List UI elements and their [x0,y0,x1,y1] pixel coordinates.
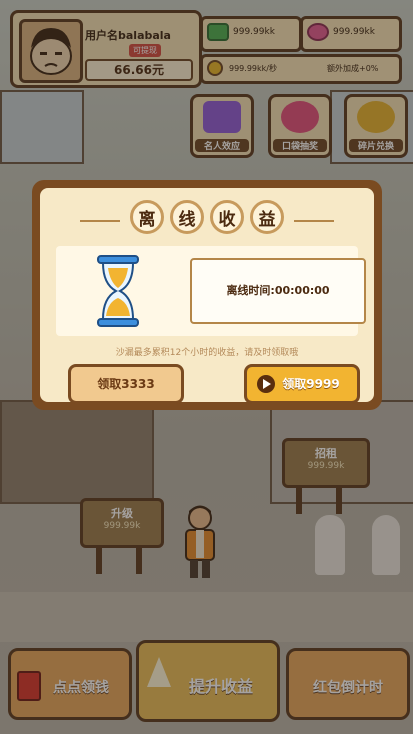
title-divider [80,220,120,222]
hourglass-icon [97,255,139,327]
offline-earnings-dialog: 离 线 收 益 离线时间:00:00:00 沙漏最多累积12个小时的收益，请及时… [32,180,382,410]
title-char: 益 [250,200,284,234]
title-char: 线 [170,200,204,234]
title-divider [294,220,334,222]
claim-with-video-label: 领取9999 [282,377,340,391]
claim-button[interactable]: 领取3333 [68,364,184,404]
play-video-icon [257,375,275,393]
title-char: 离 [130,200,164,234]
dialog-title: 离 线 收 益 [40,200,374,240]
offline-time-bubble: 离线时间:00:00:00 [190,258,366,324]
claim-with-video-button[interactable]: 领取9999 [244,364,360,404]
dialog-body: 离 线 收 益 离线时间:00:00:00 沙漏最多累积12个小时的收益，请及时… [40,188,374,404]
offline-time-label: 离线时间:00:00:00 [226,284,330,297]
offline-info-panel: 离线时间:00:00:00 [56,246,366,336]
title-char: 收 [210,200,244,234]
accumulation-tip: 沙漏最多累积12个小时的收益，请及时领取哦 [115,348,299,358]
